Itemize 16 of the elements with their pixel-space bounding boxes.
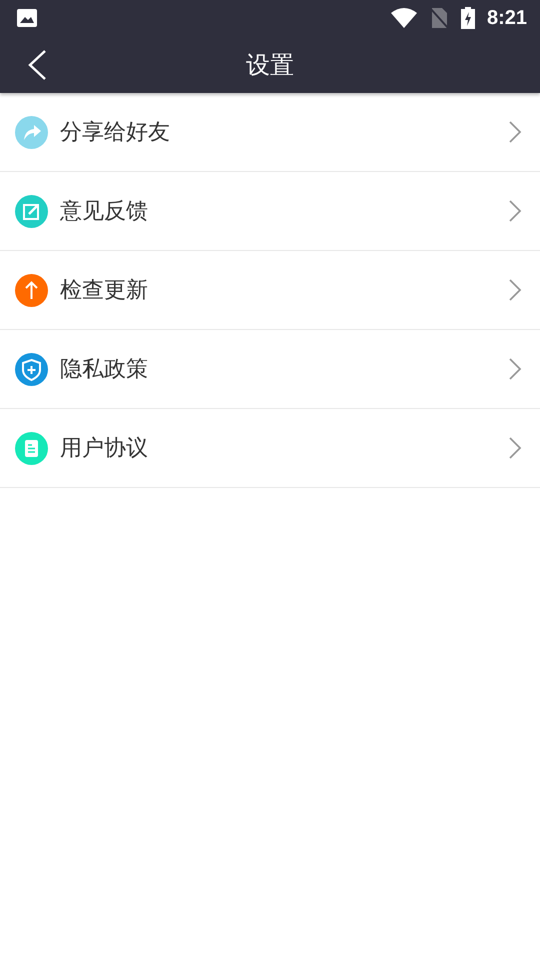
settings-item[interactable]: 分享给好友 xyxy=(0,93,540,172)
image-icon xyxy=(16,8,38,28)
battery-icon xyxy=(460,7,475,29)
settings-item[interactable]: 用户协议 xyxy=(0,409,540,488)
chevron-icon xyxy=(508,120,522,144)
page-title: 设置 xyxy=(246,50,294,80)
status-time: 8:21 xyxy=(486,6,527,30)
chevron-icon xyxy=(508,199,522,223)
chevron-icon xyxy=(508,357,522,381)
chevron-icon xyxy=(508,436,522,460)
chevron-icon xyxy=(508,278,522,302)
settings-item[interactable]: 检查更新 xyxy=(0,251,540,330)
settings-item[interactable]: 隐私政策 xyxy=(0,330,540,409)
wifi-icon xyxy=(390,8,417,28)
settings-item[interactable]: 意见反馈 xyxy=(0,172,540,251)
back-icon[interactable] xyxy=(27,49,47,81)
